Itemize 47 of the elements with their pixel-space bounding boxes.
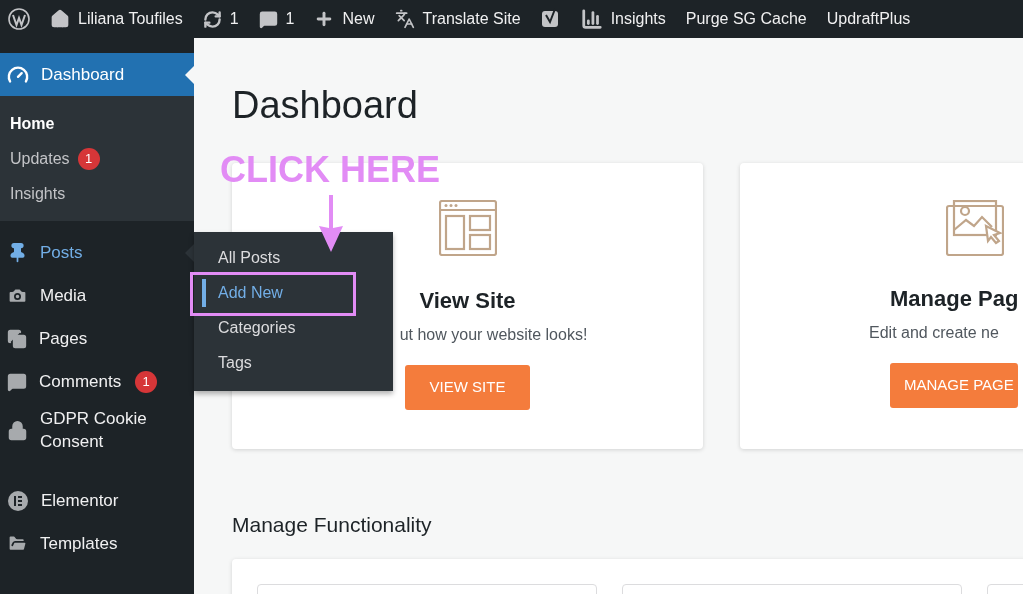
active-indicator bbox=[202, 279, 206, 307]
card-description: ut how your website looks! bbox=[398, 325, 588, 345]
admin-bar-link[interactable]: 1 bbox=[202, 7, 239, 31]
flyout-menu-item[interactable]: Tags bbox=[194, 351, 393, 375]
section-title: Manage Functionality bbox=[232, 512, 433, 538]
card-title: Manage Pag bbox=[890, 285, 1019, 313]
yoast-icon[interactable] bbox=[540, 8, 561, 30]
pages-icon bbox=[7, 328, 27, 349]
home-icon bbox=[50, 9, 70, 29]
pointer-arrow bbox=[185, 65, 194, 84]
browser-layout-icon bbox=[438, 200, 497, 256]
sidebar-menu-item[interactable]: GDPR Cookie Consent bbox=[0, 403, 194, 457]
submenu-item[interactable]: Updates 1 bbox=[0, 141, 194, 176]
refresh-icon bbox=[202, 9, 222, 29]
flyout-menu-item[interactable]: Categories bbox=[194, 316, 393, 340]
admin-bar-link[interactable]: Liliana Toufiles bbox=[50, 7, 183, 31]
sidebar-menu-item[interactable]: Templates bbox=[0, 522, 194, 565]
sidebar-menu-item[interactable]: Dashboard bbox=[0, 53, 194, 96]
elementor-icon bbox=[7, 489, 29, 512]
image-cursor-icon bbox=[946, 200, 1004, 256]
card-description: Edit and create ne bbox=[869, 323, 999, 343]
count-badge: 1 bbox=[77, 147, 100, 170]
sidebar-menu-item[interactable]: Media bbox=[0, 274, 194, 317]
speech-bubble-icon bbox=[258, 9, 278, 29]
lock-icon bbox=[7, 419, 28, 441]
admin-bar-link[interactable]: UpdraftPlus bbox=[826, 7, 911, 31]
card-title: View Site bbox=[419, 287, 516, 315]
flyout-menu-item[interactable]: Add New bbox=[194, 281, 393, 305]
bar-chart-icon bbox=[580, 8, 603, 30]
admin-bar-link[interactable]: Insights bbox=[580, 7, 666, 31]
annotation-label: CLICK HERE bbox=[220, 150, 440, 190]
flyout-menu-item[interactable]: All Posts bbox=[194, 246, 393, 270]
sidebar-menu-item[interactable]: Comments 1 bbox=[0, 360, 194, 403]
annotation-arrow bbox=[316, 195, 346, 253]
sidebar-menu-item[interactable]: Elementor bbox=[0, 479, 194, 522]
admin-bar-link[interactable]: Translate Site bbox=[394, 7, 521, 31]
wordpress-logo-icon[interactable] bbox=[8, 8, 30, 30]
translate-icon bbox=[394, 9, 415, 29]
count-badge: 1 bbox=[135, 370, 157, 393]
admin-bar-link[interactable]: 1 bbox=[258, 7, 295, 31]
submenu-item[interactable]: Insights bbox=[0, 176, 194, 211]
admin-bar-link[interactable]: New bbox=[314, 7, 375, 31]
page-title: Dashboard bbox=[232, 83, 419, 127]
admin-bar-link[interactable]: Purge SG Cache bbox=[685, 7, 807, 31]
submenu-item[interactable]: Home bbox=[0, 106, 194, 141]
speech-bubble-icon bbox=[7, 371, 27, 392]
sidebar-menu-item[interactable]: Pages bbox=[0, 317, 194, 360]
